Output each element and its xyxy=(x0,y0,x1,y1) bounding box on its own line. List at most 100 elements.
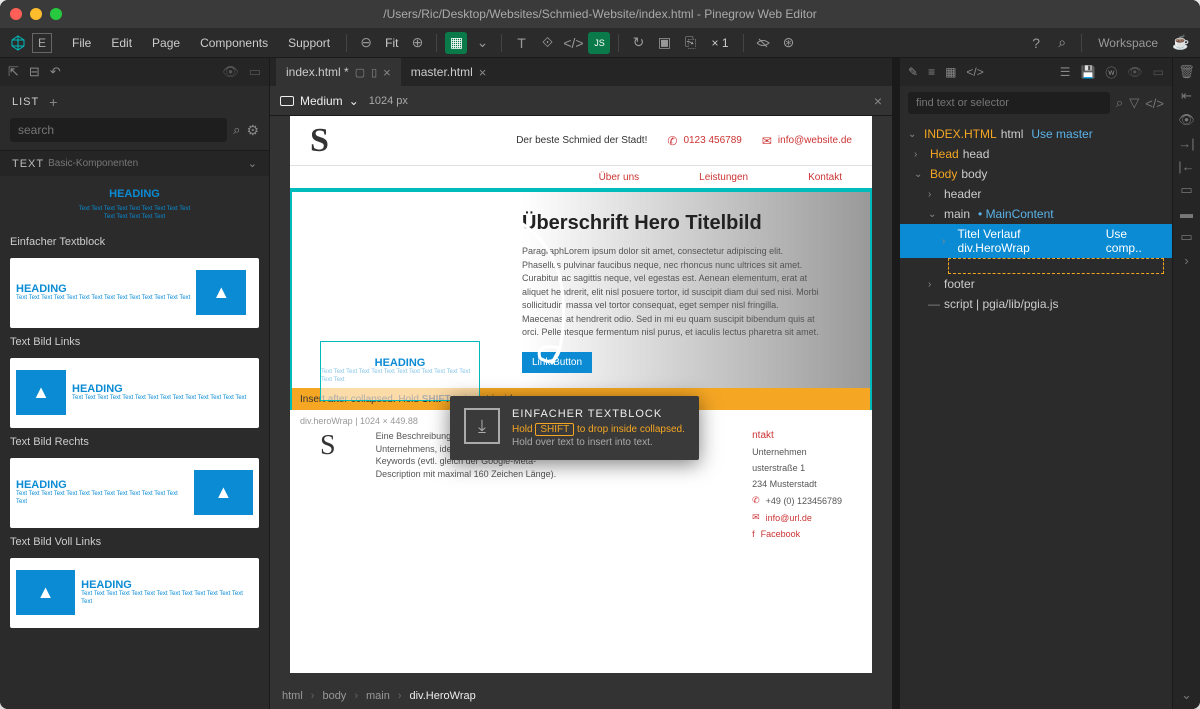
code-icon[interactable]: </> xyxy=(562,32,584,54)
close-tab-icon[interactable]: × xyxy=(479,65,487,80)
right-rail: 🗑 ⇤ 👁 →| |← ▭ ▬ ▭ › ⌄ xyxy=(1172,58,1200,709)
save-icon[interactable]: 💾 xyxy=(1080,65,1095,79)
style-icon[interactable]: ≡ xyxy=(928,65,935,79)
component-extra[interactable]: ▲ HEADINGText Text Text Text Text Text T… xyxy=(10,558,259,628)
nav-about[interactable]: Über uns xyxy=(599,172,640,183)
menu-edit[interactable]: Edit xyxy=(103,32,140,54)
close-window-button[interactable] xyxy=(10,8,22,20)
nav-contact[interactable]: Kontakt xyxy=(808,172,842,183)
bc-html[interactable]: html xyxy=(282,690,303,702)
file-tab-index[interactable]: index.html * ▢ ▯ × xyxy=(276,58,401,86)
code-icon[interactable]: </> xyxy=(966,65,983,79)
expand-left-icon[interactable]: |← xyxy=(1178,159,1194,174)
tree-main[interactable]: ⌄main• MainContent xyxy=(900,204,1172,224)
menu-file[interactable]: File xyxy=(64,32,99,54)
menu-page[interactable]: Page xyxy=(144,32,188,54)
component-search-input[interactable] xyxy=(10,118,227,142)
drag-tooltip: ⤓ EINFACHER TEXTBLOCK Hold SHIFT to drop… xyxy=(450,396,699,460)
panel-top-icon[interactable]: ▭ xyxy=(1180,229,1192,245)
window-icon[interactable]: ▭ xyxy=(1180,182,1192,198)
device-icon xyxy=(280,96,294,106)
component-text-image-left[interactable]: HEADINGText Text Text Text Text Text Tex… xyxy=(10,258,259,328)
panel-icon[interactable]: ▭ xyxy=(1153,65,1164,79)
dom-tree: ⌄INDEX.HTML htmlUse master ›Head head ⌄B… xyxy=(900,120,1172,709)
trash-icon[interactable]: 🗑 xyxy=(1178,64,1195,80)
settings-icon[interactable]: ⚙ xyxy=(246,122,259,139)
file-tab-master[interactable]: master.html × xyxy=(401,58,497,86)
drag-ghost: HEADING Text Text Text Text Text Text Te… xyxy=(320,341,480,401)
coffee-icon[interactable]: ☕ xyxy=(1170,32,1192,54)
desktop-icon: ▢ xyxy=(355,66,365,79)
wordpress-icon[interactable]: ⓦ xyxy=(1105,64,1117,81)
component-textblock[interactable]: HEADING Text Text Text Text Text Text Te… xyxy=(10,182,259,228)
search-icon[interactable]: ⌕ xyxy=(1116,95,1123,111)
panel-icon[interactable]: ▭ xyxy=(249,64,261,80)
hero-link-button[interactable]: Link Button xyxy=(522,352,592,373)
search-icon[interactable]: ⌕ xyxy=(1051,32,1073,54)
js-icon[interactable]: JS xyxy=(588,32,610,54)
zoom-in-icon[interactable]: ⊕ xyxy=(406,32,428,54)
undo-icon[interactable]: ↶ xyxy=(50,64,61,80)
code-icon[interactable]: </> xyxy=(1145,96,1164,111)
tree-body[interactable]: ⌄Body body xyxy=(900,164,1172,184)
tree-head[interactable]: ›Head head xyxy=(900,144,1172,164)
panel-bottom-icon[interactable]: ▬ xyxy=(1180,206,1193,221)
tree-root[interactable]: ⌄INDEX.HTML htmlUse master xyxy=(900,124,1172,144)
component-text-image-full-left[interactable]: HEADINGText Text Text Text Text Text Tex… xyxy=(10,458,259,528)
chevron-right-icon[interactable]: › xyxy=(1184,253,1188,268)
bc-herowrap[interactable]: div.HeroWrap xyxy=(410,690,476,702)
tree-script[interactable]: —script | pgia/lib/pgia.js xyxy=(900,294,1172,314)
edit-mode-icon[interactable]: E xyxy=(32,33,52,53)
collapse-icon[interactable]: ⇤ xyxy=(1181,88,1192,104)
maximize-window-button[interactable] xyxy=(50,8,62,20)
tree-icon[interactable]: ☰ xyxy=(1060,65,1071,79)
target-icon[interactable]: ⊛ xyxy=(778,32,800,54)
tree-search-input[interactable] xyxy=(908,92,1110,114)
visibility-off-icon[interactable] xyxy=(752,32,774,54)
export-icon[interactable]: ⎘ xyxy=(679,32,701,54)
close-tab-icon[interactable]: × xyxy=(383,65,391,80)
tree-herowrap[interactable]: ›Titel Verlauf div.HeroWrap Use comp.. xyxy=(900,224,1172,258)
zoom-out-icon[interactable]: ⊖ xyxy=(355,32,377,54)
reload-icon[interactable]: ↻ xyxy=(627,32,649,54)
zoom-fit[interactable]: Fit xyxy=(381,32,402,54)
layout-icon[interactable]: ▦ xyxy=(945,65,956,79)
filter-icon[interactable]: ▽ xyxy=(1129,95,1139,111)
site-email: info@website.de xyxy=(778,135,852,146)
tree-header[interactable]: ›header xyxy=(900,184,1172,204)
brush-icon[interactable]: ✎ xyxy=(908,65,918,79)
image-placeholder-icon: ▲ xyxy=(194,470,253,515)
expand-right-icon[interactable]: →| xyxy=(1178,136,1194,151)
bc-body[interactable]: body xyxy=(322,690,346,702)
component-text-image-right[interactable]: ▲ HEADINGText Text Text Text Text Text T… xyxy=(10,358,259,428)
library-icon[interactable]: ⊟ xyxy=(29,64,40,80)
minimize-window-button[interactable] xyxy=(30,8,42,20)
grid-icon[interactable]: ▦ xyxy=(445,32,467,54)
list-heading: LIST xyxy=(12,96,39,108)
tree-footer[interactable]: ›footer xyxy=(900,274,1172,294)
help-icon[interactable]: ? xyxy=(1025,32,1047,54)
visibility-icon[interactable]: 👁 xyxy=(1178,112,1195,128)
search-icon[interactable]: ⌕ xyxy=(233,122,240,138)
breadcrumb: html› body› main› div.HeroWrap xyxy=(270,683,892,709)
menu-support[interactable]: Support xyxy=(280,32,338,54)
text-tool-icon[interactable]: T xyxy=(510,32,532,54)
chevron-down-icon[interactable]: ⌄ xyxy=(471,32,493,54)
eye-icon[interactable]: 👁 xyxy=(222,64,239,80)
link-tool-icon[interactable]: ⟐ xyxy=(536,32,558,54)
zoom-multiplier[interactable]: × 1 xyxy=(705,32,734,54)
nav-services[interactable]: Leistungen xyxy=(699,172,748,183)
close-preview-icon[interactable]: × xyxy=(874,93,882,109)
viewport-selector[interactable]: Medium ⌄ xyxy=(280,94,359,108)
menu-components[interactable]: Components xyxy=(192,32,276,54)
eye-icon[interactable]: 👁 xyxy=(1127,65,1142,79)
insert-icon[interactable]: ⇱ xyxy=(8,64,19,80)
bc-main[interactable]: main xyxy=(366,690,390,702)
category-header[interactable]: TEXT Basic-Komponenten ⌄ xyxy=(0,150,269,176)
pinegrow-logo-icon[interactable] xyxy=(8,33,28,53)
workspace-menu[interactable]: Workspace xyxy=(1090,36,1166,50)
add-list-icon[interactable]: + xyxy=(49,94,57,110)
chevron-down-icon[interactable]: ⌄ xyxy=(1181,687,1192,703)
editor-area: index.html * ▢ ▯ × master.html × Medium … xyxy=(270,58,892,709)
browsers-icon[interactable]: ▣ xyxy=(653,32,675,54)
